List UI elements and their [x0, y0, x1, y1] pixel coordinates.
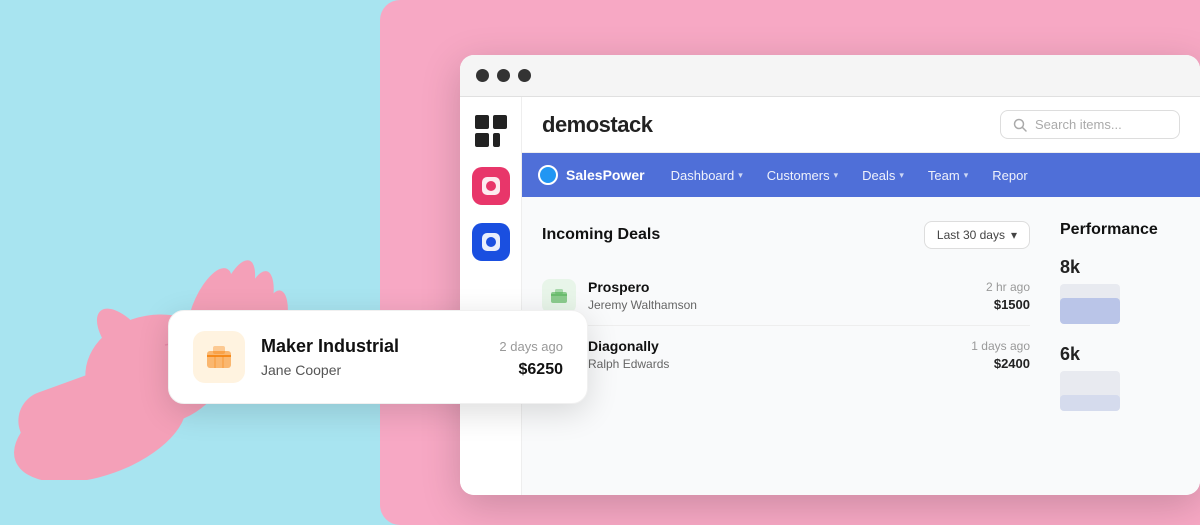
nav-brand: SalesPower: [538, 165, 645, 185]
browser-dot-3: [518, 69, 531, 82]
perf-bar-container-2: [1060, 371, 1120, 411]
app-name: demostack: [542, 112, 652, 138]
main-area: demostack Search items... SalesPower Das…: [522, 97, 1200, 495]
deal-info-prospero: Prospero 2 hr ago Jeremy Walthamson $150…: [588, 279, 1030, 312]
nav-item-customers[interactable]: Customers ▾: [757, 162, 848, 189]
browser-dot-2: [497, 69, 510, 82]
browser-titlebar: [460, 55, 1200, 97]
perf-value-2: 6k: [1060, 344, 1180, 411]
nav-bar: SalesPower Dashboard ▾ Customers ▾ Deals…: [522, 153, 1200, 197]
browser-window: demostack Search items... SalesPower Das…: [460, 55, 1200, 495]
nav-brand-icon: [538, 165, 558, 185]
card-company: Maker Industrial: [261, 336, 399, 357]
card-person: Jane Cooper: [261, 362, 341, 378]
search-icon: [1013, 118, 1027, 132]
browser-dot-1: [476, 69, 489, 82]
search-bar[interactable]: Search items...: [1000, 110, 1180, 139]
deals-title: Incoming Deals: [542, 226, 660, 244]
chevron-down-icon: ▾: [899, 170, 904, 181]
deal-icon-prospero: [542, 279, 576, 313]
card-amount: $6250: [519, 361, 564, 379]
chevron-down-icon: ▾: [1011, 228, 1017, 242]
sidebar-icon-pink[interactable]: [472, 167, 510, 205]
perf-value-1: 8k: [1060, 257, 1180, 324]
sidebar-icon-blue[interactable]: [472, 223, 510, 261]
card-time: 2 days ago: [499, 339, 563, 354]
deal-row-diagonally[interactable]: Diagonally 1 days ago Ralph Edwards $240…: [542, 326, 1030, 384]
date-filter[interactable]: Last 30 days ▾: [924, 221, 1030, 249]
nav-item-deals[interactable]: Deals ▾: [852, 162, 914, 189]
hand-illustration: [0, 100, 370, 480]
deals-section: Incoming Deals Last 30 days ▾: [542, 221, 1030, 471]
nav-brand-label: SalesPower: [566, 167, 645, 183]
content-area: Incoming Deals Last 30 days ▾: [522, 197, 1200, 495]
card-info: Maker Industrial 2 days ago Jane Cooper …: [261, 336, 563, 379]
browser-content: demostack Search items... SalesPower Das…: [460, 97, 1200, 495]
chevron-down-icon: ▾: [964, 170, 969, 181]
nav-item-dashboard[interactable]: Dashboard ▾: [661, 162, 753, 189]
nav-item-reports[interactable]: Repor: [982, 162, 1037, 189]
deals-header: Incoming Deals Last 30 days ▾: [542, 221, 1030, 249]
top-header: demostack Search items...: [522, 97, 1200, 153]
sidebar: [460, 97, 522, 495]
perf-bar-container-1: [1060, 284, 1120, 324]
search-placeholder: Search items...: [1035, 117, 1122, 132]
nav-item-team[interactable]: Team ▾: [918, 162, 978, 189]
deal-info-diagonally: Diagonally 1 days ago Ralph Edwards $240…: [588, 338, 1030, 371]
performance-title: Performance: [1060, 221, 1180, 239]
chevron-down-icon: ▾: [834, 170, 839, 181]
floating-card[interactable]: Maker Industrial 2 days ago Jane Cooper …: [168, 310, 588, 404]
deal-row-prospero[interactable]: Prospero 2 hr ago Jeremy Walthamson $150…: [542, 267, 1030, 326]
sidebar-logo[interactable]: [473, 113, 509, 149]
card-icon: [193, 331, 245, 383]
perf-bar-2: [1060, 395, 1120, 411]
performance-section: Performance 8k 6k: [1060, 221, 1180, 471]
chevron-down-icon: ▾: [738, 170, 743, 181]
perf-bar-1: [1060, 298, 1120, 324]
